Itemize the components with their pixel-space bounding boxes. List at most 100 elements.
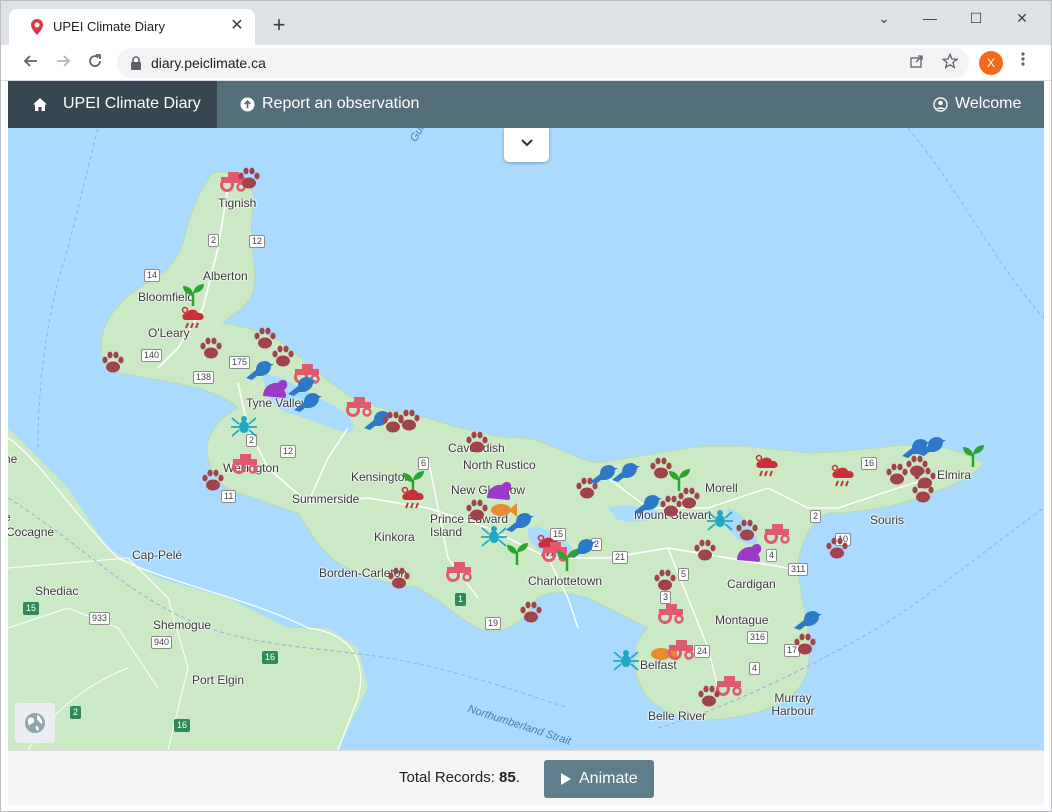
place-label: ne <box>8 452 18 466</box>
route-shield: 12 <box>280 445 297 458</box>
bird-observation-marker-icon[interactable] <box>792 608 822 632</box>
plant-observation-marker-icon[interactable] <box>504 542 530 566</box>
paw-observation-marker-icon[interactable] <box>464 430 490 454</box>
bird-observation-marker-icon[interactable] <box>292 390 322 414</box>
frog-observation-marker-icon[interactable] <box>260 376 288 400</box>
storm-observation-marker-icon[interactable] <box>178 306 204 330</box>
bird-observation-marker-icon[interactable] <box>632 492 662 516</box>
place-label: Belle River <box>648 709 707 723</box>
route-shield: 6 <box>418 457 430 470</box>
place-label: Cocagne <box>8 525 55 539</box>
route-shield: 16 <box>174 719 191 732</box>
route-shield: 4 <box>749 662 761 675</box>
place-label: Morell <box>705 481 738 495</box>
paw-observation-marker-icon[interactable] <box>518 600 544 624</box>
paw-observation-marker-icon[interactable] <box>676 486 702 510</box>
place-label: Cardigan <box>727 577 776 591</box>
tractor-observation-marker-icon[interactable] <box>656 600 684 624</box>
route-shield: 19 <box>485 617 502 630</box>
new-tab-button[interactable]: + <box>267 13 291 37</box>
spider-observation-marker-icon[interactable] <box>230 412 257 437</box>
tractor-observation-marker-icon[interactable] <box>444 558 472 582</box>
place-label: Summerside <box>292 492 360 506</box>
animate-label: Animate <box>579 770 638 787</box>
tractor-observation-marker-icon[interactable] <box>230 450 258 474</box>
frog-observation-marker-icon[interactable] <box>484 478 512 502</box>
map-pin-icon <box>31 19 43 35</box>
paw-observation-marker-icon[interactable] <box>386 566 412 590</box>
route-shield: 940 <box>151 636 173 649</box>
tractor-observation-marker-icon[interactable] <box>762 520 790 544</box>
report-label: Report an observation <box>262 95 420 112</box>
paw-observation-marker-icon[interactable] <box>792 632 818 656</box>
animate-button[interactable]: Animate <box>544 760 654 798</box>
bird-observation-marker-icon[interactable] <box>610 460 640 484</box>
share-icon[interactable] <box>907 53 927 73</box>
route-shield: 1 <box>455 593 467 606</box>
brand-link[interactable]: UPEI Climate Diary <box>8 81 217 128</box>
place-label: Tignish <box>218 196 257 210</box>
tractor-observation-marker-icon[interactable] <box>666 636 694 660</box>
plant-observation-marker-icon[interactable] <box>554 548 580 572</box>
storm-observation-marker-icon[interactable] <box>752 454 778 478</box>
map-view[interactable]: Gulf of St L... Northumberland Strait Ti… <box>8 128 1044 750</box>
forward-button[interactable] <box>51 51 75 75</box>
paw-observation-marker-icon[interactable] <box>912 466 938 490</box>
profile-avatar[interactable]: X <box>979 51 1003 75</box>
place-label: North Rustico <box>463 458 536 472</box>
app-navbar: UPEI Climate Diary Report an observation… <box>8 81 1044 128</box>
route-shield: 16 <box>262 651 279 664</box>
storm-observation-marker-icon[interactable] <box>828 464 854 488</box>
paw-observation-marker-icon[interactable] <box>198 336 224 360</box>
browser-window: UPEI Climate Diary ✕ + ⌄ — ☐ ✕ diary.pei… <box>0 0 1052 812</box>
tab-close-icon[interactable]: ✕ <box>227 16 247 36</box>
route-shield: 311 <box>788 563 809 576</box>
records-suffix: . <box>515 769 520 786</box>
minimize-button[interactable]: — <box>915 7 945 29</box>
address-bar[interactable]: diary.peiclimate.ca <box>117 48 969 78</box>
paw-observation-marker-icon[interactable] <box>696 684 722 708</box>
route-shield: 12 <box>249 235 266 248</box>
plant-observation-marker-icon[interactable] <box>960 444 986 468</box>
paw-observation-marker-icon[interactable] <box>692 538 718 562</box>
paw-observation-marker-icon[interactable] <box>100 350 126 374</box>
maximize-button[interactable]: ☐ <box>961 7 991 29</box>
route-shield: 5 <box>678 568 690 581</box>
paw-observation-marker-icon[interactable] <box>396 408 422 432</box>
route-shield: 933 <box>89 612 111 625</box>
plant-observation-marker-icon[interactable] <box>180 283 206 307</box>
paw-observation-marker-icon[interactable] <box>200 468 226 492</box>
paw-observation-marker-icon[interactable] <box>734 518 760 542</box>
back-button[interactable] <box>19 51 43 75</box>
browser-tab[interactable]: UPEI Climate Diary ✕ <box>9 9 255 45</box>
spider-observation-marker-icon[interactable] <box>706 506 733 531</box>
route-shield: 2 <box>70 706 82 719</box>
place-label: Elmira <box>937 468 972 482</box>
route-shield: 4 <box>766 549 778 562</box>
welcome-label: Welcome <box>955 95 1022 112</box>
route-shield: 2 <box>208 234 220 247</box>
paw-observation-marker-icon[interactable] <box>824 536 850 560</box>
place-label: Cap-Pelé <box>132 548 183 562</box>
tab-search-icon[interactable]: ⌄ <box>869 7 899 29</box>
close-window-button[interactable]: ✕ <box>1007 7 1037 29</box>
bookmark-star-icon[interactable] <box>940 52 960 73</box>
paw-observation-marker-icon[interactable] <box>236 166 262 190</box>
globe-icon <box>25 713 45 733</box>
spider-observation-marker-icon[interactable] <box>480 522 507 547</box>
place-label: Charlottetown <box>528 574 603 588</box>
spider-observation-marker-icon[interactable] <box>612 646 639 671</box>
paw-observation-marker-icon[interactable] <box>652 568 678 592</box>
collapse-toggle-button[interactable] <box>504 128 549 162</box>
reload-button[interactable] <box>83 51 107 75</box>
place-label: Port Elgin <box>192 673 245 687</box>
frog-observation-marker-icon[interactable] <box>734 540 762 564</box>
user-circle-icon <box>933 97 948 112</box>
browser-menu-icon[interactable] <box>1011 51 1035 75</box>
route-shield: 15 <box>23 602 40 615</box>
basemap-toggle-button[interactable] <box>15 703 55 743</box>
map-footer: Total Records: 85. Animate <box>8 750 1044 805</box>
storm-observation-marker-icon[interactable] <box>398 486 424 510</box>
brand-label: UPEI Climate Diary <box>63 95 201 112</box>
route-shield: 21 <box>612 551 629 564</box>
